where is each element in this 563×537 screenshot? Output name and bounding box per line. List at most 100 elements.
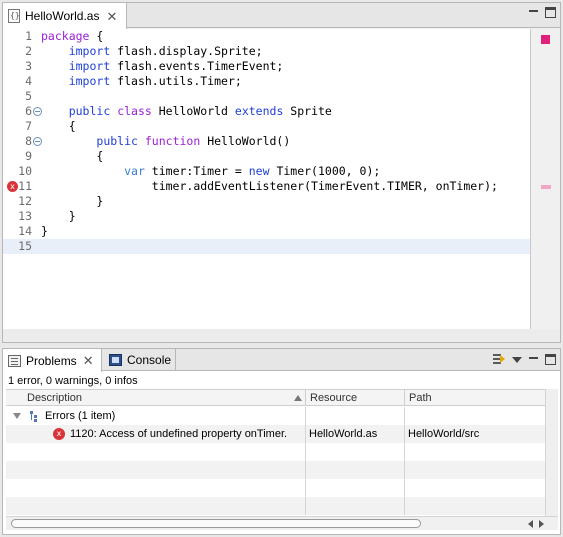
column-description[interactable]: Description <box>6 390 306 405</box>
column-path-label: Path <box>409 392 432 404</box>
close-icon[interactable]: ✕ <box>106 10 117 23</box>
code-text: { <box>41 119 76 133</box>
table-cell <box>6 443 306 461</box>
column-path[interactable]: Path <box>405 390 547 405</box>
editor-tabbar: HelloWorld.as ✕ <box>3 3 560 29</box>
close-icon[interactable]: ✕ <box>83 354 94 367</box>
vertical-scrollbar[interactable] <box>545 389 558 516</box>
scroll-right-icon[interactable] <box>539 520 544 528</box>
line-number: 7 <box>25 119 32 133</box>
table-row[interactable]: x 1120: Access of undefined property onT… <box>6 425 547 443</box>
minimize-icon[interactable] <box>528 354 539 365</box>
table-cell <box>306 479 405 497</box>
table-cell <box>306 443 405 461</box>
line-number: 4 <box>25 74 32 88</box>
sort-ascending-icon <box>294 395 302 401</box>
code-text: package { <box>41 29 104 43</box>
scroll-left-icon[interactable] <box>528 520 533 528</box>
table-cell <box>405 497 547 515</box>
horizontal-scrollbar[interactable] <box>6 516 558 530</box>
line-number: 11 <box>18 179 32 193</box>
table-row <box>6 479 547 497</box>
code-text: import flash.events.TimerEvent; <box>68 59 284 73</box>
view-menu-icon[interactable] <box>512 357 522 363</box>
tab-console[interactable]: Console <box>104 349 176 371</box>
code-line-1: 1 package { <box>3 29 530 44</box>
code-line-2: 2 import flash.display.Sprite; <box>3 44 530 59</box>
code-line-13: 13 } <box>3 209 530 224</box>
code-line-8: 8 public function HelloWorld() <box>3 134 530 149</box>
error-icon: x <box>53 428 65 440</box>
errors-group-row[interactable]: Errors (1 item) <box>6 407 547 425</box>
maximize-icon[interactable] <box>545 353 556 365</box>
error-description: 1120: Access of undefined property onTim… <box>70 428 288 440</box>
error-resource: HelloWorld.as <box>306 425 405 443</box>
expand-toggle-icon[interactable] <box>13 413 21 419</box>
code-line-3: 3 import flash.events.TimerEvent; <box>3 59 530 74</box>
problems-panel: Problems ✕ Console 1 error, 0 warnings, … <box>2 348 561 535</box>
editor-tab-helloworld[interactable]: HelloWorld.as ✕ <box>3 3 127 29</box>
code-text: } <box>41 209 76 223</box>
table-cell <box>405 443 547 461</box>
line-number: 14 <box>18 224 32 238</box>
line-number: 8 <box>25 134 32 148</box>
line-number: 6 <box>25 104 32 118</box>
tab-console-label: Console <box>127 353 172 367</box>
table-cell <box>405 479 547 497</box>
code-line-5: 5 <box>3 89 530 104</box>
line-number: 3 <box>25 59 32 73</box>
editor-bottom-bar <box>3 329 560 342</box>
tab-problems-label: Problems <box>26 353 77 368</box>
editor-tab-label: HelloWorld.as <box>25 9 100 23</box>
error-annotation-marker[interactable] <box>541 185 551 189</box>
problems-table-header: Description Resource Path <box>6 389 547 406</box>
table-cell <box>306 497 405 515</box>
error-path: HelloWorld/src <box>408 428 480 440</box>
code-text: public function HelloWorld() <box>96 134 291 148</box>
table-cell: x 1120: Access of undefined property onT… <box>6 425 306 443</box>
maximize-icon[interactable] <box>545 7 556 18</box>
table-cell <box>405 461 547 479</box>
table-cell <box>306 407 405 425</box>
overview-ruler[interactable] <box>532 29 560 329</box>
code-line-10: 10 var timer:Timer = new Timer(1000, 0); <box>3 164 530 179</box>
actionscript-file-icon <box>8 9 20 23</box>
table-cell <box>6 479 306 497</box>
errors-group-label: Errors (1 item) <box>45 410 116 422</box>
line-number: 1 <box>25 29 32 43</box>
line-number: 12 <box>18 194 32 208</box>
code-line-7: 7 { <box>3 119 530 134</box>
code-text: } <box>41 194 104 208</box>
console-icon <box>109 354 122 366</box>
table-row <box>6 461 547 479</box>
code-line-14: 14} <box>3 224 530 239</box>
code-editor[interactable]: 1 package { 2 import flash.display.Sprite… <box>3 29 531 329</box>
problems-table-body: Errors (1 item) x 1120: Access of undefi… <box>6 407 547 515</box>
table-cell <box>6 497 306 515</box>
code-text: public class HelloWorld extends Sprite <box>68 104 332 118</box>
code-text: timer.addEventListener(TimerEvent.TIMER,… <box>41 179 498 193</box>
line-number: 9 <box>25 149 32 163</box>
tab-problems[interactable]: Problems ✕ <box>3 349 102 372</box>
table-cell <box>6 461 306 479</box>
column-resource[interactable]: Resource <box>306 390 405 405</box>
line-number: 2 <box>25 44 32 58</box>
table-row <box>6 497 547 515</box>
editor-panel-buttons <box>528 7 556 18</box>
code-text: } <box>41 224 48 238</box>
problems-icon <box>8 354 21 367</box>
code-text: import flash.utils.Timer; <box>68 74 242 88</box>
filter-icon[interactable] <box>492 352 506 366</box>
problems-tabbar: Problems ✕ Console <box>3 349 560 372</box>
minimize-icon[interactable] <box>528 7 539 18</box>
code-text: var timer:Timer = new Timer(1000, 0); <box>124 164 381 178</box>
problems-toolbar <box>492 352 556 366</box>
line-number: 13 <box>18 209 32 223</box>
scrollbar-thumb[interactable] <box>11 519 421 528</box>
column-description-label: Description <box>27 392 83 404</box>
line-number: 5 <box>25 89 32 103</box>
code-line-9: 9 { <box>3 149 530 164</box>
error-summary-icon[interactable] <box>541 35 550 44</box>
code-line-11: x 11 timer.addEventListener(TimerEvent.TI… <box>3 179 530 194</box>
code-line-15: 15 <box>3 239 530 254</box>
